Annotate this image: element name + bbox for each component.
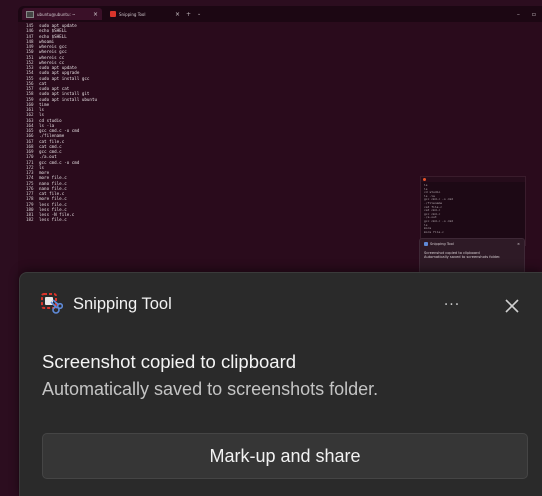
line-command: more	[39, 170, 50, 175]
line-command: whereis cc	[39, 59, 65, 65]
line-command: cat file.c	[39, 138, 65, 144]
terminal-tab-bar: ubuntu@ubuntu: ~ × Snipping Tool × + ⌄ –…	[18, 6, 542, 22]
tab-snipping-tool[interactable]: Snipping Tool ×	[106, 8, 184, 20]
more-options-button[interactable]: ···	[441, 293, 463, 317]
terminal-line: 182 less file.c	[26, 217, 166, 222]
snipping-tool-icon	[424, 242, 428, 246]
line-command: more file.c	[39, 196, 67, 202]
maximize-icon[interactable]: ▫	[532, 11, 536, 18]
line-command: nano file.c	[39, 185, 67, 191]
mark-up-and-share-button[interactable]: Mark-up and share	[42, 433, 528, 479]
line-command: less file.c	[39, 217, 67, 223]
tab-terminal[interactable]: ubuntu@ubuntu: ~ ×	[22, 8, 102, 20]
line-command: echo $SHELL	[39, 33, 67, 39]
line-command: ./filename	[39, 133, 65, 139]
line-command: sudo apt upgrade	[39, 70, 80, 76]
line-command: whereis gcc	[39, 44, 67, 49]
line-command: nano file.c	[39, 180, 67, 186]
mini-terminal-window: ls ls cd studio ls -la gcc cmd.c -o cmd ./fil…	[420, 176, 526, 246]
line-command: less file.c	[39, 206, 67, 212]
tab-terminal-label: ubuntu@ubuntu: ~	[37, 11, 76, 17]
mini-title-bar	[421, 177, 525, 182]
snipping-tool-icon	[41, 293, 64, 315]
app-icon	[423, 178, 426, 181]
notification-header: Snipping Tool	[41, 293, 172, 315]
minimize-icon[interactable]: –	[517, 11, 520, 18]
chevron-down-icon[interactable]: ⌄	[197, 11, 201, 17]
line-command: ls -la	[39, 122, 55, 128]
line-command: whereis cc	[39, 54, 65, 60]
line-command: echo $SHELL	[39, 28, 67, 34]
window-controls: – ▫	[517, 11, 542, 18]
line-command: cat file.c	[39, 191, 65, 196]
line-command: cat	[39, 80, 47, 86]
line-command: gcc cmd.c	[39, 149, 62, 154]
notification-subtitle: Automatically saved to screenshots folde…	[42, 379, 379, 399]
close-icon[interactable]: ×	[93, 11, 98, 18]
line-command: sudo apt install ubuntu	[39, 96, 97, 102]
line-command: whoami	[39, 38, 55, 44]
line-command: less file.c	[39, 201, 67, 207]
line-command: gcc cmd.c -o cmd	[39, 159, 80, 165]
mini-terminal-output: ls ls cd studio ls -la gcc cmd.c -o cmd ./fil…	[421, 182, 525, 236]
line-command: ./a.out	[39, 154, 57, 160]
terminal-icon	[26, 10, 34, 18]
mini-line: more file.c	[424, 229, 444, 234]
line-command: sudo apt update	[39, 65, 77, 70]
line-command: ls	[39, 107, 45, 112]
line-command: cat cmd.c	[39, 143, 62, 149]
mini-notification: Snipping Tool × Screenshot copied to cli…	[419, 238, 525, 274]
line-command: sudo apt install git	[39, 91, 90, 97]
line-command: sudo apt update	[39, 23, 77, 28]
snipping-tool-icon	[110, 11, 116, 17]
line-command: ls	[39, 112, 45, 118]
terminal-output[interactable]: 145 sudo apt update 146 echo $SHELL 147 echo …	[26, 23, 166, 285]
line-command: cd studio	[39, 117, 62, 123]
snipping-tool-notification[interactable]: Snipping Tool ··· Screenshot copied to c…	[19, 272, 542, 496]
close-icon[interactable]: ×	[517, 242, 520, 246]
line-command: whereis gcc	[39, 49, 67, 55]
app-name: Snipping Tool	[73, 294, 172, 313]
mini-notification-app: Snipping Tool	[430, 242, 454, 246]
line-command: sudo apt install gcc	[39, 75, 90, 81]
tab-snipping-label: Snipping Tool	[119, 11, 146, 17]
close-button[interactable]	[500, 294, 524, 318]
line-command: gcc cmd.c -o cmd	[39, 128, 80, 133]
line-command: less -N file.c	[39, 212, 75, 217]
line-command: ls	[39, 164, 45, 170]
close-icon	[505, 299, 519, 313]
line-command: sudo apt cat	[39, 86, 70, 91]
notification-title: Screenshot copied to clipboard	[42, 351, 297, 372]
close-icon[interactable]: ×	[175, 11, 180, 18]
mini-notification-subtitle: Automatically saved to screenshots folde…	[424, 255, 501, 259]
line-number: 182	[26, 217, 34, 223]
line-command: time	[39, 101, 50, 107]
line-command: more file.c	[39, 175, 67, 181]
new-tab-icon[interactable]: +	[186, 11, 191, 18]
